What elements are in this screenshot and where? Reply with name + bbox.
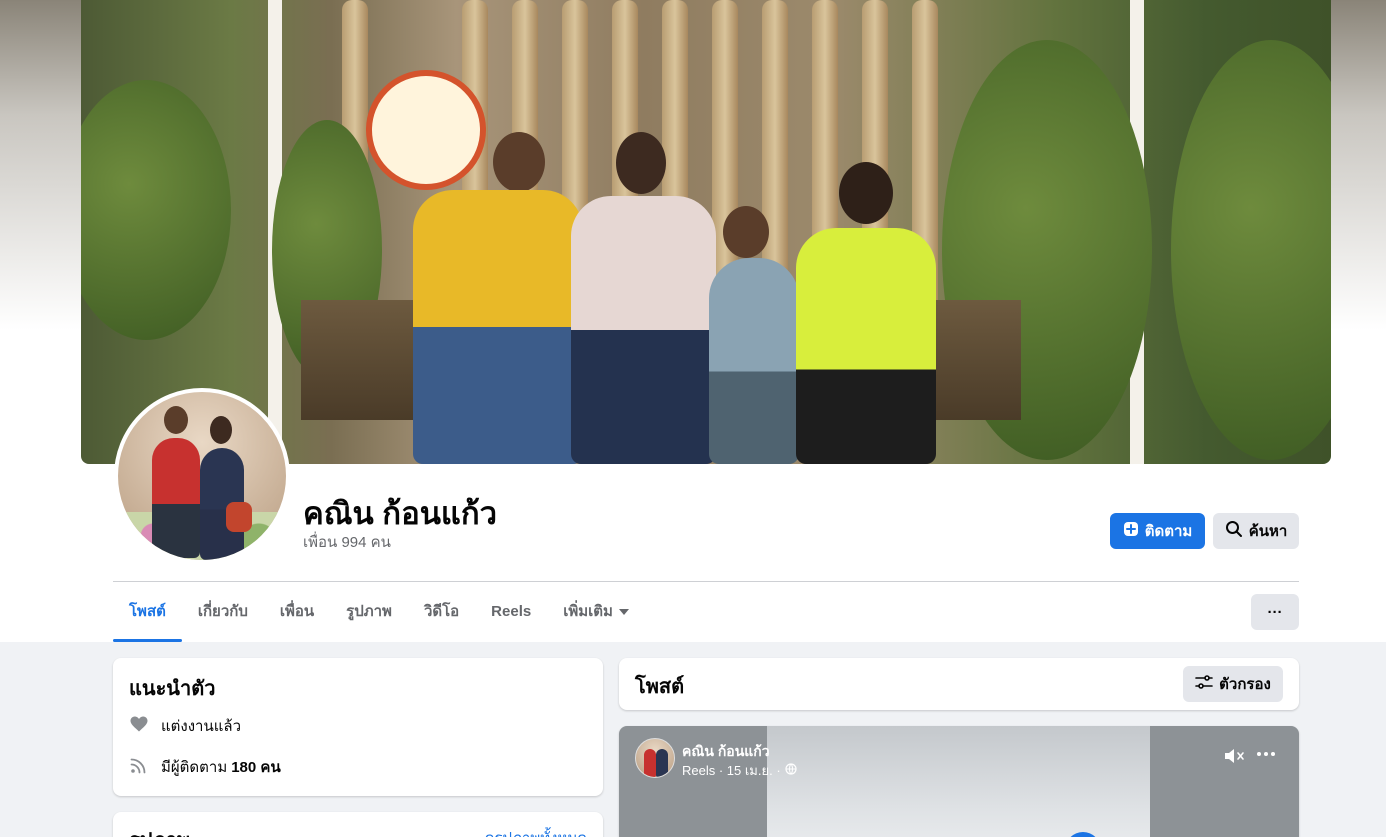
cover-person-head	[839, 162, 893, 224]
avatar-person-head	[210, 416, 232, 444]
cover-foliage-left	[81, 80, 231, 340]
tab-videos[interactable]: วิดีโอ	[408, 594, 475, 642]
filter-button[interactable]: ตัวกรอง	[1183, 666, 1283, 702]
tab-label: รูปภาพ	[346, 603, 392, 620]
relationship-status: แต่งงานแล้ว	[161, 718, 242, 735]
posts-title: โพสต์	[635, 676, 685, 698]
header-divider	[113, 581, 1299, 582]
reel-video-frame[interactable]	[767, 726, 1150, 837]
tab-label: เกี่ยวกับ	[197, 603, 248, 620]
cover-person-head	[616, 132, 666, 194]
cover-person	[709, 258, 799, 464]
avatar-person	[656, 749, 668, 777]
follow-button[interactable]: ติดตาม	[1110, 513, 1205, 549]
friends-count[interactable]: เพื่อน 994 คน	[303, 530, 391, 554]
cover-photo[interactable]	[81, 0, 1331, 464]
intro-title: แนะนำตัว	[129, 678, 216, 700]
tab-label: วิดีโอ	[423, 603, 460, 620]
post-meta-text[interactable]: Reels · 15 เม.ย. ·	[682, 760, 781, 781]
cover-person	[413, 190, 583, 464]
cover-person	[571, 196, 716, 464]
posts-header-card: โพสต์ ตัวกรอง	[619, 658, 1299, 710]
globe-icon	[785, 763, 797, 778]
tab-posts[interactable]: โพสต์	[113, 594, 182, 642]
avatar-bag	[226, 502, 252, 532]
relationship-row: แต่งงานแล้ว	[129, 714, 241, 738]
cover-person	[796, 228, 936, 464]
reel-post[interactable]: คณิน ก้อนแก้ว Reels · 15 เม.ย. ·	[619, 726, 1299, 837]
followers-row: มีผู้ติดตาม 180 คน	[129, 755, 281, 779]
post-meta: Reels · 15 เม.ย. ·	[682, 760, 797, 781]
person-add-icon	[1123, 521, 1139, 541]
photos-card: รูปภาพ ดูรูปภาพทั้งหมด	[113, 812, 603, 837]
followers-count[interactable]: 180 คน	[231, 755, 280, 779]
heart-icon	[129, 714, 149, 738]
filter-label: ตัวกรอง	[1219, 676, 1271, 693]
profile-avatar[interactable]	[114, 388, 290, 564]
search-label: ค้นหา	[1248, 523, 1288, 540]
cover-sign	[366, 70, 486, 190]
cover-foliage-right	[1171, 40, 1331, 460]
avatar-person	[644, 749, 656, 777]
search-icon	[1225, 520, 1243, 542]
photos-title: รูปภาพ	[129, 824, 190, 837]
follow-label: ติดตาม	[1144, 523, 1193, 540]
followers-prefix: มีผู้ติดตาม	[161, 759, 228, 776]
rss-feed-icon	[129, 755, 149, 779]
tab-photos[interactable]: รูปภาพ	[330, 594, 408, 642]
tab-friends[interactable]: เพื่อน	[264, 594, 330, 642]
cover-person-head	[493, 132, 545, 192]
tab-label: เพิ่มเติม	[563, 603, 613, 620]
cover-person-head	[723, 206, 769, 258]
more-options-button[interactable]: ···	[1251, 594, 1299, 630]
tab-label: โพสต์	[129, 603, 166, 620]
post-author-avatar[interactable]	[635, 738, 675, 778]
tab-label: เพื่อน	[279, 603, 315, 620]
profile-tabs: โพสต์ เกี่ยวกับ เพื่อน รูปภาพ วิดีโอ Ree…	[113, 594, 645, 642]
post-options-icon[interactable]	[1255, 744, 1277, 769]
tab-reels[interactable]: Reels	[475, 594, 547, 642]
intro-card: แนะนำตัว แต่งงานแล้ว มีผู้ติดตาม 180 คน	[113, 658, 603, 796]
chevron-down-icon	[618, 609, 629, 616]
avatar-person	[152, 438, 200, 558]
search-button[interactable]: ค้นหา	[1213, 513, 1299, 549]
see-all-photos-link[interactable]: ดูรูปภาพทั้งหมด	[485, 826, 587, 837]
tab-about[interactable]: เกี่ยวกับ	[182, 594, 264, 642]
avatar-person-head	[164, 406, 188, 434]
tab-more[interactable]: เพิ่มเติม	[547, 594, 645, 642]
filter-sliders-icon	[1195, 674, 1213, 694]
speaker-muted-icon[interactable]	[1223, 746, 1245, 771]
tab-label: Reels	[491, 603, 532, 620]
